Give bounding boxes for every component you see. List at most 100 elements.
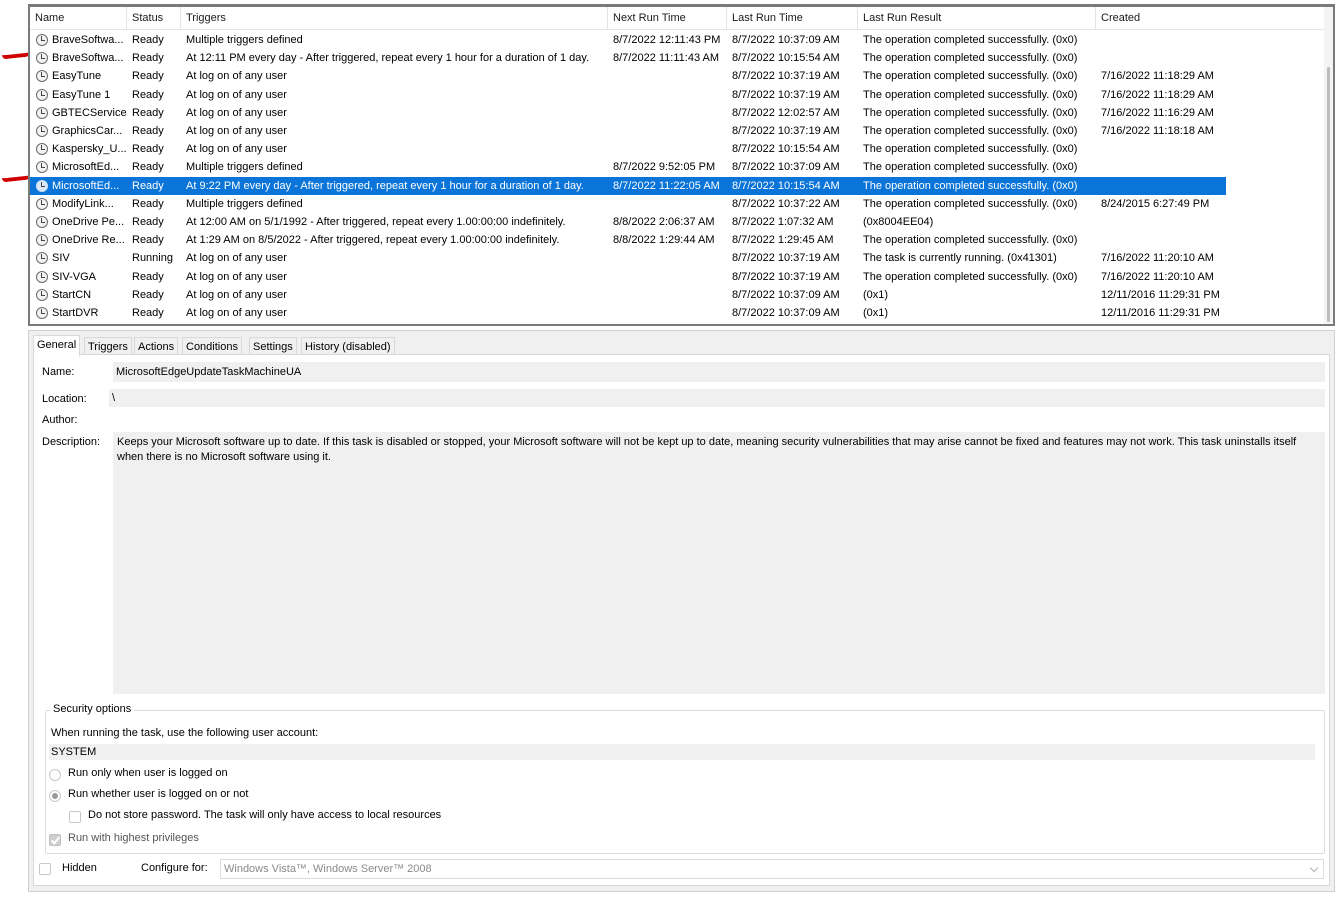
radio-whether-logged-on[interactable] [49,790,61,802]
task-row[interactable]: GraphicsCar... Ready At log on of any user… [30,122,1226,140]
task-triggers-cell: At log on of any user [186,107,287,119]
task-row[interactable]: MicrosoftEd... Ready At 9:22 PM every day … [30,177,1226,195]
security-options-group: Security options When running the task, … [45,703,1325,854]
task-row[interactable]: GBTECService Ready At log on of any user 8/… [30,104,1226,122]
column-header-triggers[interactable]: Triggers [181,7,608,30]
task-next-run-cell [608,104,727,122]
task-last-result-cell: The operation completed successfully. (0… [863,180,1078,192]
task-next-run-cell [608,268,727,286]
task-last-result-cell: The operation completed successfully. (0… [863,34,1078,46]
description-label: Description: [42,436,101,448]
task-row[interactable]: MicrosoftEd... Ready Multiple triggers def… [30,158,1226,176]
task-status-cell: Ready [132,161,164,173]
task-last-run-cell: 8/7/2022 10:37:09 AM [732,289,840,301]
highest-privileges-checkbox[interactable] [49,834,61,846]
task-row[interactable]: BraveSoftwa... Ready Multiple triggers def… [30,31,1226,49]
task-row[interactable]: SIV Running At log on of any user 8/7/2022 … [30,249,1226,267]
task-last-run-cell: 8/7/2022 10:37:09 AM [732,307,840,319]
option-whether-label[interactable]: Run whether user is logged on or not [68,788,248,800]
task-triggers-cell: At log on of any user [186,89,287,101]
task-row[interactable]: SIV-VGA Ready At log on of any user 8/7/202… [30,268,1226,286]
task-name-field[interactable]: MicrosoftEdgeUpdateTaskMachineUA [113,362,1325,382]
task-status-cell: Ready [132,180,164,192]
task-row[interactable]: Kaspersky_U... Ready At log on of any user… [30,140,1226,158]
task-name-cell: EasyTune [52,70,102,82]
task-row[interactable]: StartDVR Ready At log on of any user 8/7/20… [30,304,1226,322]
column-header-name[interactable]: Name [30,7,127,30]
task-row[interactable]: BraveSoftwa... Ready At 12:11 PM every day… [30,49,1226,67]
task-row[interactable]: OneDrive Re... Ready At 1:29 AM on 8/5/202… [30,231,1226,249]
task-status-cell: Ready [132,143,164,155]
task-status-cell: Ready [132,70,164,82]
tab-general[interactable]: General [33,335,81,357]
task-row[interactable]: EasyTune Ready At log on of any user 8/7/20… [30,67,1226,85]
task-name-cell: StartDVR [52,307,99,319]
task-created-cell [1096,213,1226,231]
task-name-cell: SIV [52,252,70,264]
task-row[interactable]: EasyTune 1 Ready At log on of any user 8/7/… [30,86,1226,104]
no-password-checkbox[interactable] [69,811,81,823]
configure-for-label: Configure for: [141,862,208,874]
task-status-cell: Ready [132,52,164,64]
location-field[interactable]: \ [109,389,1325,407]
task-created-cell: 12/11/2016 11:29:31 PM [1101,307,1220,319]
task-last-result-cell: The operation completed successfully. (0… [863,107,1078,119]
task-status-cell: Ready [132,125,164,137]
column-header-last-result[interactable]: Last Run Result [858,7,1096,30]
task-last-run-cell: 8/7/2022 10:15:54 AM [732,180,840,192]
task-status-cell: Ready [132,234,164,246]
column-header-next-run[interactable]: Next Run Time [608,7,727,30]
task-next-run-cell: 8/7/2022 12:11:43 PM [613,34,721,46]
location-label: Location: [42,393,87,405]
task-last-run-cell: 8/7/2022 10:37:19 AM [732,70,840,82]
radio-logged-on[interactable] [49,769,61,781]
task-last-run-cell: 8/7/2022 10:15:54 AM [732,143,840,155]
task-last-result-cell: The operation completed successfully. (0… [863,52,1078,64]
task-status-cell: Ready [132,89,164,101]
task-last-run-cell: 8/7/2022 10:37:19 AM [732,271,840,283]
annotation-mark [2,170,30,183]
user-account-field[interactable]: SYSTEM [49,744,1315,760]
chevron-down-icon [1309,863,1319,873]
task-last-result-cell: The operation completed successfully. (0… [863,125,1078,137]
task-created-cell [1096,31,1226,49]
task-name-cell: ModifyLink... [52,198,114,210]
task-created-cell: 12/11/2016 11:29:31 PM [1101,289,1220,301]
description-field[interactable]: Keeps your Microsoft software up to date… [113,432,1325,694]
hidden-label[interactable]: Hidden [62,862,97,874]
task-triggers-cell: At log on of any user [186,143,287,155]
general-tab-page: Name: MicrosoftEdgeUpdateTaskMachineUA L… [33,354,1330,886]
task-last-run-cell: 8/7/2022 10:37:22 AM [732,198,840,210]
task-status-cell: Ready [132,34,164,46]
hidden-checkbox[interactable] [39,863,51,875]
no-password-label[interactable]: Do not store password. The task will onl… [88,809,441,821]
column-header-status[interactable]: Status [127,7,181,30]
task-list-header: Name Status Triggers Next Run Time Last … [30,7,1333,30]
column-header-created[interactable]: Created [1096,7,1333,30]
task-status-cell: Ready [132,289,164,301]
task-next-run-cell [608,249,727,267]
task-row[interactable]: ModifyLink... Ready Multiple triggers defi… [30,195,1226,213]
configure-for-select[interactable]: Windows Vista™, Windows Server™ 2008 [220,859,1324,879]
task-row[interactable]: StartCN Ready At log on of any user 8/7/202… [30,286,1226,304]
task-created-cell: 7/16/2022 11:18:18 AM [1101,125,1214,137]
option-logged-on-label[interactable]: Run only when user is logged on [68,767,228,779]
task-last-result-cell: The operation completed successfully. (0… [863,70,1078,82]
task-triggers-cell: At 12:11 PM every day - After triggered,… [186,52,590,64]
vertical-scrollbar[interactable] [1324,7,1333,324]
task-row[interactable]: OneDrive Pe... Ready At 12:00 AM on 5/1/19… [30,213,1226,231]
task-last-run-cell: 8/7/2022 1:29:45 AM [732,234,834,246]
task-last-result-cell: The operation completed successfully. (0… [863,89,1078,101]
task-created-cell: 7/16/2022 11:16:29 AM [1101,107,1214,119]
column-header-last-run[interactable]: Last Run Time [727,7,858,30]
task-triggers-cell: Multiple triggers defined [186,161,303,173]
scrollbar-thumb[interactable] [1327,67,1330,322]
highest-privileges-label[interactable]: Run with highest privileges [68,832,199,844]
task-created-cell: 7/16/2022 11:18:29 AM [1101,70,1214,82]
task-name-cell: Kaspersky_U... [52,143,127,155]
task-list[interactable]: Name Status Triggers Next Run Time Last … [28,4,1335,326]
author-field[interactable] [113,411,1325,429]
task-name-cell: SIV-VGA [52,271,97,283]
task-next-run-cell [608,140,727,158]
task-next-run-cell [608,67,727,85]
